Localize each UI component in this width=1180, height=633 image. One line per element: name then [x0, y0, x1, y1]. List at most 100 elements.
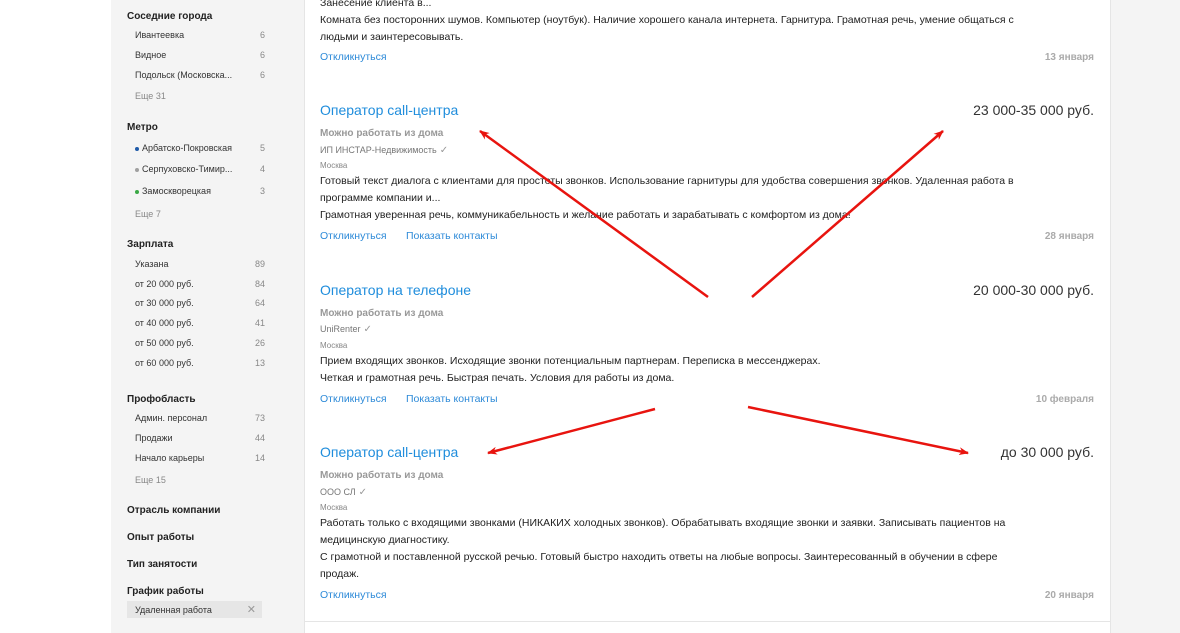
metro-line-dot	[135, 167, 139, 172]
respond-link[interactable]: Откликнуться	[320, 393, 387, 405]
filter-item-count: 64	[254, 298, 265, 308]
vacancy-title[interactable]: Оператор на телефоне	[320, 282, 471, 298]
filter-group-experience[interactable]: Опыт работы	[127, 532, 194, 543]
company-link[interactable]: UniRenter	[320, 324, 361, 334]
chip-label: Удаленная работа	[135, 604, 212, 615]
filter-item[interactable]: Видное 6	[127, 47, 265, 63]
filter-item-label: Замоскворецкая	[142, 186, 211, 196]
check-icon: ✓	[439, 145, 449, 156]
show-more-link[interactable]: Еще 7	[135, 209, 161, 219]
filter-item[interactable]: Арбатско-Покровская 5	[127, 140, 265, 156]
filter-item-label: Арбатско-Покровская	[142, 143, 232, 153]
vacancy-description: Работать только с входящими звонками (НИ…	[320, 515, 1080, 583]
respond-link[interactable]: Откликнуться	[320, 51, 387, 63]
vacancy-description: Занесение клиента в... Комната без посто…	[320, 0, 1080, 46]
filter-item-count: 3	[259, 186, 265, 196]
vacancy-salary: 23 000-35 000 руб.	[973, 102, 1094, 118]
filter-item-count: 84	[254, 279, 265, 289]
description-line: Занесение клиента в...	[320, 0, 432, 9]
remote-work-label: Можно работать из дома	[320, 308, 444, 319]
filter-group-title[interactable]: Зарплата	[127, 239, 173, 250]
filter-item-label: от 30 000 руб.	[135, 298, 194, 308]
filter-item-count: 5	[259, 143, 265, 153]
remote-work-label: Можно работать из дома	[320, 128, 444, 139]
filter-item-count: 44	[254, 433, 265, 443]
company-name: ООО СЛ ✓	[320, 487, 367, 498]
filter-item[interactable]: Ивантеевка 6	[127, 27, 265, 43]
filter-item[interactable]: Начало карьеры 14	[127, 450, 265, 466]
filter-item-label: Начало карьеры	[135, 453, 205, 463]
filter-item-count: 41	[254, 318, 265, 328]
filter-group-title[interactable]: Метро	[127, 122, 158, 133]
filter-item-label: от 50 000 руб.	[135, 338, 194, 348]
filter-item-label: от 60 000 руб.	[135, 358, 194, 368]
vacancy-title[interactable]: Оператор call-центра	[320, 444, 458, 460]
description-line: С грамотной и поставленной русской речью…	[320, 551, 998, 563]
filter-item[interactable]: Серпуховско-Тимир... 4	[127, 161, 265, 177]
filter-item-count: 89	[254, 259, 265, 269]
respond-link[interactable]: Откликнуться	[320, 230, 387, 242]
vacancy-city: Москва	[320, 341, 348, 350]
description-line: Грамотная уверенная речь, коммуникабельн…	[320, 209, 851, 221]
filter-group-title[interactable]: Профобласть	[127, 394, 196, 405]
filter-item-label: Продажи	[135, 433, 173, 443]
publish-date: 10 февраля	[1035, 394, 1094, 405]
filter-item-label: от 20 000 руб.	[135, 279, 194, 289]
filter-group-schedule[interactable]: График работы	[127, 586, 204, 597]
filter-item[interactable]: от 30 000 руб. 64	[127, 295, 265, 311]
description-line: людьми и заинтересовывать.	[320, 31, 464, 43]
filter-item-count: 4	[259, 164, 265, 174]
filter-item[interactable]: Замоскворецкая 3	[127, 183, 265, 199]
remote-work-label: Можно работать из дома	[320, 470, 444, 481]
publish-date: 28 января	[1044, 231, 1094, 242]
description-line: Работать только с входящими звонками (НИ…	[320, 517, 1006, 529]
vacancy-card: Оператор на телефоне 20 000-30 000 руб. …	[305, 262, 1110, 426]
description-line: Готовый текст диалога с клиентами для пр…	[320, 175, 1014, 187]
company-name: UniRenter ✓	[320, 324, 372, 335]
vacancy-title[interactable]: Оператор call-центра	[320, 102, 458, 118]
vacancy-salary: 20 000-30 000 руб.	[973, 282, 1094, 298]
vacancy-description: Готовый текст диалога с клиентами для пр…	[320, 173, 1080, 224]
vacancy-card: Занесение клиента в... Комната без посто…	[305, 0, 1110, 84]
filter-item[interactable]: Продажи 44	[127, 430, 265, 446]
filter-item[interactable]: от 50 000 руб. 26	[127, 335, 265, 351]
vacancy-card: Оператор call-центра до 30 000 руб. Можн…	[305, 425, 1110, 622]
metro-line-dot	[135, 146, 139, 151]
filter-group-title[interactable]: Соседние города	[127, 11, 212, 22]
filter-item-count: 6	[259, 70, 265, 80]
check-icon: ✓	[358, 487, 367, 498]
filter-item-count: 6	[259, 30, 265, 40]
filter-item-count: 26	[254, 338, 265, 348]
filter-item-label: Видное	[135, 50, 167, 60]
filter-item[interactable]: от 20 000 руб. 84	[127, 276, 265, 292]
description-line: медицинскую диагностику.	[320, 534, 450, 546]
description-line: продаж.	[320, 568, 360, 580]
filter-item-count: 6	[259, 50, 265, 60]
close-icon[interactable]: ✕	[247, 603, 262, 616]
publish-date: 20 января	[1044, 590, 1094, 601]
filter-item[interactable]: от 40 000 руб. 41	[127, 315, 265, 331]
show-contacts-link[interactable]: Показать контакты	[406, 393, 498, 405]
filter-item[interactable]: Подольск (Московска... 6	[127, 67, 265, 83]
show-more-link[interactable]: Еще 15	[135, 475, 166, 485]
vacancy-salary: до 30 000 руб.	[1000, 444, 1094, 460]
vacancy-city: Москва	[320, 503, 348, 512]
show-contacts-link[interactable]: Показать контакты	[406, 230, 498, 242]
filter-item-label: Админ. персонал	[135, 413, 208, 423]
filter-item[interactable]: Указана 89	[127, 256, 265, 272]
filter-group-employment[interactable]: Тип занятости	[127, 559, 197, 570]
description-line: Прием входящих звонков. Исходящие звонки…	[320, 355, 821, 367]
filter-item-label: Ивантеевка	[135, 30, 185, 40]
filter-item-label: от 40 000 руб.	[135, 318, 194, 328]
description-line: программе компании и...	[320, 192, 441, 204]
filter-group-industry[interactable]: Отрасль компании	[127, 505, 220, 516]
filter-item[interactable]: Админ. персонал 73	[127, 410, 265, 426]
filter-item[interactable]: от 60 000 руб. 13	[127, 355, 265, 371]
company-link[interactable]: ИП ИНСТАР-Недвижимость	[320, 145, 437, 155]
vacancy-city: Москва	[320, 161, 348, 170]
vacancy-card: Оператор call-центра 23 000-35 000 руб. …	[305, 83, 1110, 263]
company-link[interactable]: ООО СЛ	[320, 487, 356, 497]
respond-link[interactable]: Откликнуться	[320, 589, 387, 601]
description-line: Комната без посторонних шумов. Компьютер…	[320, 14, 1014, 26]
show-more-link[interactable]: Еще 31	[135, 91, 166, 101]
